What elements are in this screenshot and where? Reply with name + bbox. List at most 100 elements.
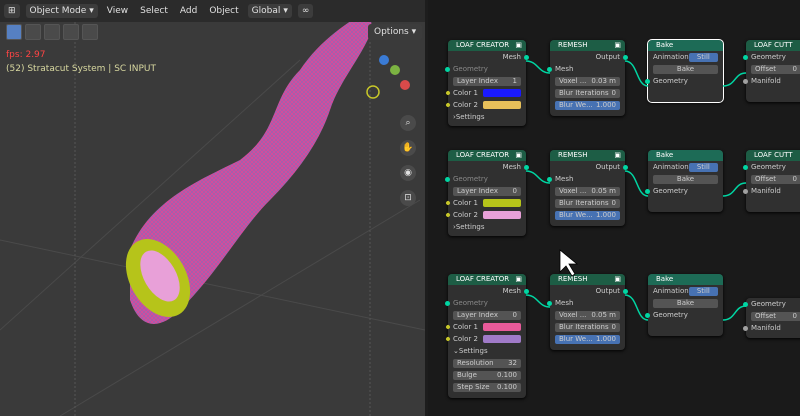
color1-label: Color 1 bbox=[453, 199, 478, 207]
remesh-node-1[interactable]: REMESH ▣ Output Mesh Voxel ... 0.03 m Blur… bbox=[547, 40, 628, 116]
color1-socket[interactable] bbox=[445, 200, 451, 206]
offset-field[interactable]: Offset 0 bbox=[751, 311, 800, 321]
settings-panel-toggle[interactable]: › Settings bbox=[448, 111, 526, 123]
geometry-socket[interactable] bbox=[743, 54, 748, 60]
geometry-socket[interactable] bbox=[645, 188, 650, 194]
bake-button[interactable]: Bake bbox=[653, 174, 718, 184]
resolution-field[interactable]: Resolution 32 bbox=[453, 358, 521, 368]
menu-view[interactable]: View bbox=[104, 4, 131, 18]
geometry-label: Geometry bbox=[653, 311, 688, 319]
blur-weight-field[interactable]: Blur We... 1.000 bbox=[555, 210, 620, 220]
select-tool-button[interactable] bbox=[6, 24, 22, 40]
color1-swatch[interactable] bbox=[483, 199, 521, 207]
bake-button[interactable]: Bake bbox=[653, 64, 718, 74]
loaf-cutter-node-1[interactable]: LOAF CUTT Geometry Offset 0 Manifold bbox=[743, 40, 800, 102]
lock-icon[interactable]: ⊡ bbox=[400, 190, 416, 206]
mesh-socket[interactable] bbox=[524, 288, 529, 294]
color2-socket[interactable] bbox=[445, 102, 451, 108]
geometry-socket[interactable] bbox=[445, 176, 450, 182]
layer-index-field[interactable]: Layer Index 0 bbox=[453, 310, 521, 320]
blur-iterations-field[interactable]: Blur Iterations 0 bbox=[555, 88, 620, 98]
settings-panel-toggle[interactable]: ⌄ Settings bbox=[448, 345, 526, 357]
blur-iterations-field[interactable]: Blur Iterations 0 bbox=[555, 322, 620, 332]
remesh-node-3[interactable]: REMESH ▣ Output Mesh Voxel ... 0.05 m Blur… bbox=[547, 274, 628, 350]
loaf-cutter-node-2[interactable]: LOAF CUTT Geometry Offset 0 Manifold bbox=[743, 150, 800, 212]
color2-socket[interactable] bbox=[445, 336, 451, 342]
geometry-socket[interactable] bbox=[445, 66, 450, 72]
layer-index-field[interactable]: Layer Index 1 bbox=[453, 76, 521, 86]
offset-field[interactable]: Offset 0 bbox=[751, 174, 800, 184]
voxel-field[interactable]: Voxel ... 0.05 m bbox=[555, 310, 620, 320]
output-socket[interactable] bbox=[623, 54, 628, 60]
editor-type-button[interactable]: ⊞ bbox=[4, 4, 20, 18]
color1-socket[interactable] bbox=[445, 90, 451, 96]
pan-icon[interactable]: ✋ bbox=[400, 140, 416, 156]
manifold-socket[interactable] bbox=[743, 325, 748, 331]
geometry-socket[interactable] bbox=[645, 312, 650, 318]
menu-object[interactable]: Object bbox=[206, 4, 241, 18]
color1-swatch[interactable] bbox=[483, 89, 521, 97]
mesh-socket[interactable] bbox=[547, 66, 552, 72]
select-mode-3-button[interactable] bbox=[63, 24, 79, 40]
loaf-creator-node-2[interactable]: LOAF CREATOR ▣ Mesh Geometry Layer Index 0… bbox=[445, 150, 529, 236]
loaf-creator-node-1[interactable]: LOAF CREATOR ▣ Mesh Geometry Layer Index 1… bbox=[445, 40, 529, 126]
still-toggle[interactable]: Still bbox=[688, 162, 718, 172]
color1-socket[interactable] bbox=[445, 324, 451, 330]
step-size-field[interactable]: Step Size 0.100 bbox=[453, 382, 521, 392]
camera-icon[interactable]: ◉ bbox=[400, 165, 416, 181]
mesh-socket[interactable] bbox=[547, 300, 552, 306]
color2-swatch[interactable] bbox=[483, 211, 521, 219]
3d-viewport[interactable]: ⊞ Object Mode ▾ View Select Add Object G… bbox=[0, 0, 425, 416]
mesh-socket[interactable] bbox=[524, 164, 529, 170]
orientation-dropdown[interactable]: Global ▾ bbox=[247, 4, 292, 18]
blur-iterations-field[interactable]: Blur Iterations 0 bbox=[555, 198, 620, 208]
loaf-cutter-node-3[interactable]: Geometry Offset 0 Manifold bbox=[743, 298, 800, 338]
manifold-socket[interactable] bbox=[743, 188, 748, 194]
geometry-socket[interactable] bbox=[445, 300, 450, 306]
output-socket[interactable] bbox=[623, 164, 628, 170]
geometry-socket[interactable] bbox=[743, 301, 748, 307]
bake-node-1[interactable]: Bake Animation Still Bake Geometry bbox=[645, 39, 724, 103]
manifold-label: Manifold bbox=[751, 187, 781, 195]
blur-weight-field[interactable]: Blur We... 1.000 bbox=[555, 100, 620, 110]
remesh-node-2[interactable]: REMESH ▣ Output Mesh Voxel ... 0.05 m Blur… bbox=[547, 150, 628, 226]
select-mode-2-button[interactable] bbox=[44, 24, 60, 40]
color2-swatch[interactable] bbox=[483, 101, 521, 109]
color2-socket[interactable] bbox=[445, 212, 451, 218]
layer-index-field[interactable]: Layer Index 0 bbox=[453, 186, 521, 196]
menu-select[interactable]: Select bbox=[137, 4, 171, 18]
loaf-creator-node-3[interactable]: LOAF CREATOR ▣ Mesh Geometry Layer Index 0… bbox=[445, 274, 529, 398]
color2-swatch[interactable] bbox=[483, 335, 521, 343]
select-mode-4-button[interactable] bbox=[82, 24, 98, 40]
zoom-icon[interactable]: ⌕ bbox=[400, 115, 416, 131]
gizmo-y bbox=[390, 65, 400, 75]
mode-dropdown[interactable]: Object Mode ▾ bbox=[25, 4, 98, 18]
still-toggle[interactable]: Still bbox=[688, 286, 718, 296]
settings-panel-toggle[interactable]: › Settings bbox=[448, 221, 526, 233]
output-label: Output bbox=[595, 53, 620, 61]
voxel-field[interactable]: Voxel ... 0.03 m bbox=[555, 76, 620, 86]
bake-button[interactable]: Bake bbox=[653, 298, 718, 308]
blur-weight-field[interactable]: Blur We... 1.000 bbox=[555, 334, 620, 344]
input-geometry-label: Geometry bbox=[453, 299, 488, 307]
offset-field[interactable]: Offset 0 bbox=[751, 64, 800, 74]
output-socket[interactable] bbox=[623, 288, 628, 294]
options-button[interactable]: Options ▾ bbox=[368, 24, 423, 40]
select-mode-1-button[interactable] bbox=[25, 24, 41, 40]
bake-node-2[interactable]: Bake Animation Still Bake Geometry bbox=[645, 150, 723, 212]
menu-add[interactable]: Add bbox=[177, 4, 200, 18]
node-title: REMESH bbox=[558, 275, 588, 283]
geometry-socket[interactable] bbox=[645, 78, 650, 84]
manifold-socket[interactable] bbox=[743, 78, 748, 84]
bake-node-3[interactable]: Bake Animation Still Bake Geometry bbox=[645, 274, 723, 336]
geometry-socket[interactable] bbox=[743, 164, 748, 170]
color1-swatch[interactable] bbox=[483, 323, 521, 331]
bulge-field[interactable]: Bulge 0.100 bbox=[453, 370, 521, 380]
mesh-socket[interactable] bbox=[524, 54, 529, 60]
mesh-socket[interactable] bbox=[547, 176, 552, 182]
voxel-field[interactable]: Voxel ... 0.05 m bbox=[555, 186, 620, 196]
color1-label: Color 1 bbox=[453, 89, 478, 97]
still-toggle[interactable]: Still bbox=[688, 52, 718, 62]
snap-icon[interactable]: ∞ bbox=[297, 4, 314, 18]
node-editor[interactable]: LOAF CREATOR ▣ Mesh Geometry Layer Index 1… bbox=[428, 0, 800, 416]
